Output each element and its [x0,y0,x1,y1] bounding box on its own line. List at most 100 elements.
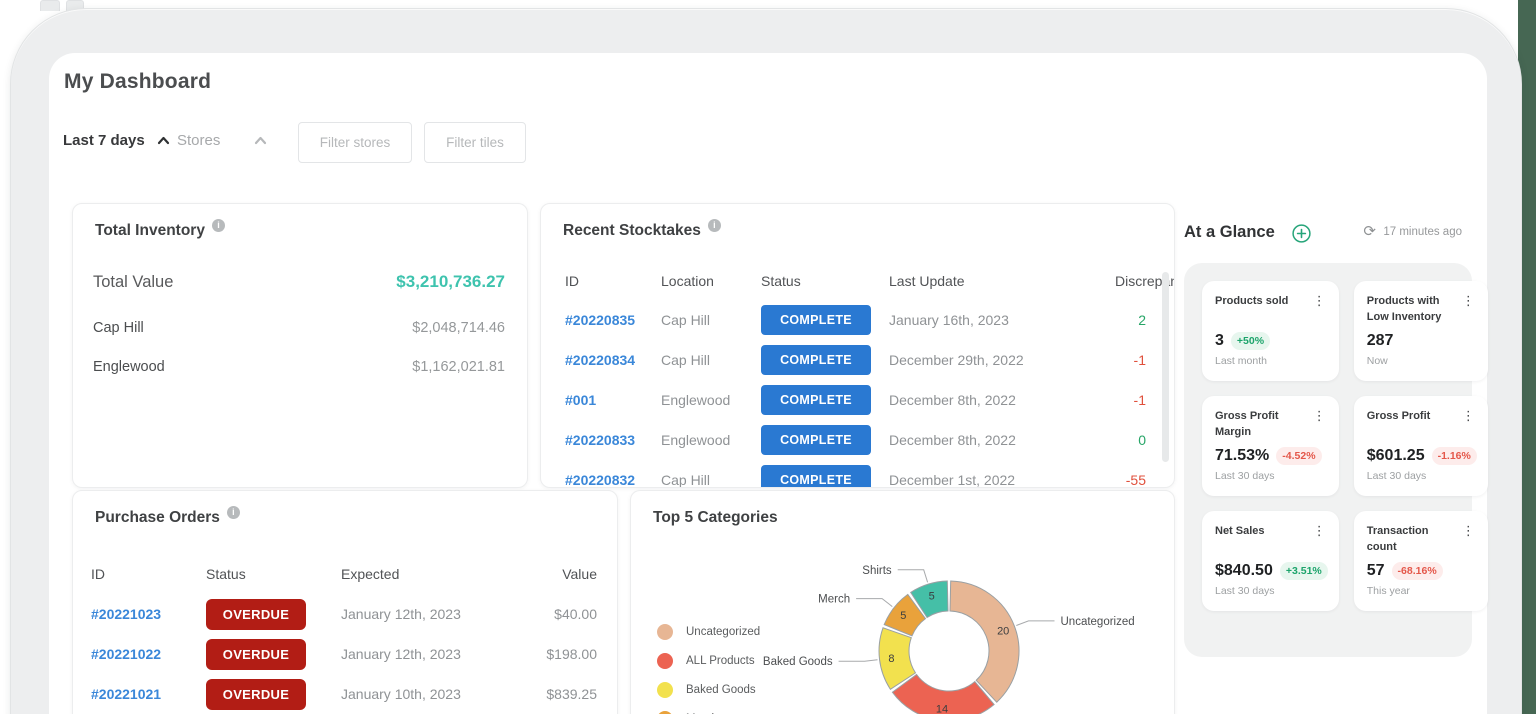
purchase-order-id-link[interactable]: #20221021 [91,686,206,702]
tile-value: 3 [1215,332,1224,350]
table-body: #20220835 Cap Hill COMPLETE January 16th, 2… [541,300,1174,488]
cell-last-update: December 29th, 2022 [889,352,1024,368]
status-badge: COMPLETE [761,345,871,375]
cell-status: COMPLETE [761,345,889,375]
card-header: Recent Stocktakes i [563,219,721,240]
change-badge: -4.52% [1276,447,1322,466]
tile-header: Transaction count ⋮ [1367,524,1477,556]
kebab-menu-icon[interactable]: ⋮ [1460,409,1477,423]
tile-value: 287 [1366,332,1394,350]
cell-last-update: January 16th, 2023 [889,312,1009,328]
card-header: Purchase Orders i [95,506,240,527]
callout-label: Merch [818,594,850,606]
total-value-row: Total Value $3,210,736.27 [93,272,505,292]
date-range-dropdown[interactable]: Last 7 days [63,132,170,149]
glance-tile: Products with Low Inventory ⋮ 287 Now [1353,281,1488,381]
tile-value-row: 3 +50% [1215,332,1328,351]
tile-period: Last 30 days [1215,585,1275,598]
cell-expected: January 10th, 2023 [341,686,461,702]
at-a-glance-title: At a Glance [1184,223,1275,241]
store-value: $1,162,021.81 [412,358,505,375]
tile-value-row: $840.50 +3.51% [1215,562,1328,581]
kebab-menu-icon[interactable]: ⋮ [1311,409,1328,423]
cell-status: COMPLETE [761,305,889,335]
callout-label: Shirts [862,565,892,577]
kebab-menu-icon[interactable]: ⋮ [1460,524,1477,538]
stores-dropdown[interactable]: Stores [177,132,267,149]
table-row: #20220835 Cap Hill COMPLETE January 16th, 2… [541,300,1174,340]
change-badge: +50% [1230,332,1271,351]
column-header: ID [91,566,105,582]
filter-stores-button[interactable]: Filter stores [298,122,412,163]
stocktake-id-link[interactable]: #20220834 [565,352,661,368]
tile-period: Last month [1215,355,1267,368]
inventory-row: Cap Hill $2,048,714.46 [93,308,505,347]
tile-header: Products with Low Inventory ⋮ [1367,294,1477,326]
column-header: Value [562,566,597,582]
info-icon[interactable]: i [707,219,721,232]
cell-last-update: December 8th, 2022 [889,392,1016,408]
cell-status: COMPLETE [761,425,889,455]
cell-expected: January 12th, 2023 [341,646,461,662]
scrollbar[interactable] [1162,272,1169,462]
status-badge: COMPLETE [761,425,871,455]
status-badge: OVERDUE [206,598,306,630]
top-categories-card: Top 5 Categories Uncategorized ALL Produc… [630,490,1175,714]
slice-value-label: 14 [936,704,948,714]
donut-slice-uncategorized[interactable] [949,580,1020,703]
kebab-menu-icon[interactable]: ⋮ [1311,294,1328,308]
info-icon[interactable]: i [211,219,225,232]
cell-location: Cap Hill [661,472,711,488]
cell-value: $198.00 [546,646,597,662]
status-badge: OVERDUE [206,638,306,670]
cell-status: COMPLETE [761,465,889,487]
slice-value-label: 5 [900,610,906,622]
tile-period: This year [1366,585,1410,598]
stocktake-id-link[interactable]: #20220835 [565,312,661,328]
cell-value: $839.25 [546,686,597,702]
status-badge: OVERDUE [206,678,306,710]
device-volume-button [40,0,60,11]
cell-location: Cap Hill [661,352,711,368]
cell-location: Englewood [661,432,731,448]
cell-status: OVERDUE [206,598,341,630]
purchase-order-id-link[interactable]: #20221023 [91,606,206,622]
total-value-label: Total Value [93,272,174,291]
tile-value: $601.25 [1366,447,1425,465]
status-badge: COMPLETE [761,385,871,415]
page: My Dashboard Last 7 days Stores Filter s… [0,0,1536,714]
tile-title: Gross Profit Margin [1215,410,1279,438]
chevron-up-icon [157,136,169,145]
slice-value-label: 8 [888,653,894,665]
table-row: #20221023 OVERDUE January 12th, 2023 $40.00 [73,594,617,634]
change-badge: +3.51% [1279,562,1328,581]
at-a-glance-panel: Products sold ⋮ 3 +50% Last month Products wi… [1184,263,1488,657]
table-body: #20221023 OVERDUE January 12th, 2023 $40.00… [73,594,617,714]
status-badge: COMPLETE [761,465,871,487]
cell-discrepancy: 0 [1138,432,1146,448]
stocktake-id-link[interactable]: #20220833 [565,432,661,448]
info-icon[interactable]: i [226,506,240,519]
column-header: Status [761,273,801,289]
chevron-up-icon [255,136,267,145]
stocktake-id-link[interactable]: #001 [565,392,661,408]
tile-value: $840.50 [1215,562,1273,580]
stocktake-id-link[interactable]: #20220832 [565,472,661,487]
cell-location: Englewood [661,392,731,408]
callout-label: Uncategorized [1061,616,1135,628]
kebab-menu-icon[interactable]: ⋮ [1311,524,1328,538]
cell-discrepancy: -55 [1125,472,1146,488]
cell-status: OVERDUE [206,678,341,710]
purchase-order-id-link[interactable]: #20221022 [91,646,206,662]
add-tile-icon[interactable] [1292,224,1311,243]
card-header: Total Inventory i [95,219,225,240]
filter-tiles-button[interactable]: Filter tiles [424,122,526,163]
kebab-menu-icon[interactable]: ⋮ [1460,294,1477,308]
callout-line [838,659,878,662]
change-badge: -68.16% [1391,562,1443,581]
tile-title: Products sold [1215,295,1289,307]
refresh-icon[interactable]: ⟳ [1363,223,1376,241]
stores-label: Stores [177,132,221,149]
date-range-label: Last 7 days [63,132,145,149]
column-header: Expected [341,566,400,582]
